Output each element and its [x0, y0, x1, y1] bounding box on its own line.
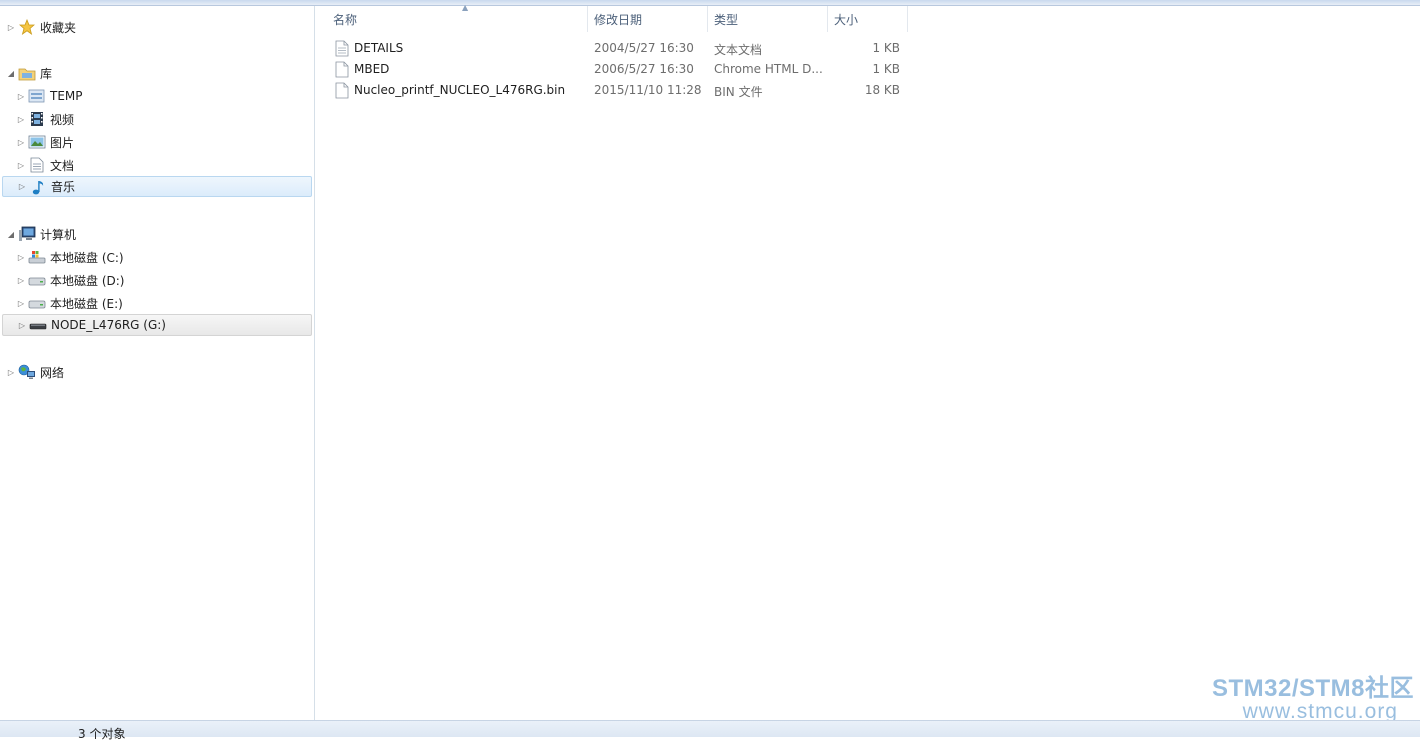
file-modified: 2006/5/27 16:30 [594, 62, 694, 76]
star-icon [18, 18, 36, 36]
bin-file-icon [335, 82, 349, 99]
expand-arrow-icon[interactable]: ▷ [16, 114, 26, 124]
column-header-type-label: 类型 [714, 12, 739, 27]
expand-arrow-icon[interactable]: ▷ [16, 160, 26, 170]
nav-library-videos[interactable]: ▷ 视频 [16, 108, 74, 130]
document-icon [28, 156, 46, 174]
file-size: 18 KB [864, 83, 900, 97]
system-drive-icon [28, 248, 46, 266]
video-film-icon [28, 110, 46, 128]
hard-drive-icon [28, 294, 46, 312]
file-modified: 2004/5/27 16:30 [594, 41, 694, 55]
text-file-icon [335, 40, 349, 57]
expand-arrow-icon[interactable]: ▷ [6, 22, 16, 32]
column-header-name-label: 名称 [333, 12, 358, 27]
nav-library-music[interactable]: ▷ 音乐 [2, 176, 312, 197]
column-header-type[interactable]: 类型 [708, 6, 828, 32]
nav-library-documents[interactable]: ▷ 文档 [16, 154, 74, 176]
nav-drive-g-label: NODE_L476RG (G:) [51, 318, 166, 332]
nav-drive-e[interactable]: ▷ 本地磁盘 (E:) [16, 292, 123, 314]
file-type: Chrome HTML D... [714, 62, 823, 76]
expand-arrow-icon[interactable]: ▷ [6, 367, 16, 377]
nav-computer[interactable]: ◢ 计算机 [6, 223, 76, 245]
column-header-size[interactable]: 大小 [828, 6, 908, 32]
nav-library-temp-label: TEMP [50, 89, 83, 103]
picture-icon [28, 133, 46, 151]
file-row[interactable]: MBED 2006/5/27 16:30 Chrome HTML D... 1 … [331, 59, 911, 80]
expand-arrow-icon[interactable]: ▷ [16, 298, 26, 308]
column-header-modified[interactable]: 修改日期 [588, 6, 708, 32]
file-name: DETAILS [354, 41, 404, 55]
watermark: STM32/STM8社区 www.stmcu.org [1211, 675, 1414, 723]
file-row[interactable]: DETAILS 2004/5/27 16:30 文本文档 1 KB [331, 38, 911, 59]
expand-arrow-icon[interactable]: ▷ [16, 91, 26, 101]
nav-favorites[interactable]: ▷ 收藏夹 [6, 16, 76, 38]
nav-library-pictures-label: 图片 [50, 135, 75, 150]
file-row[interactable]: Nucleo_printf_NUCLEO_L476RG.bin 2015/11/… [331, 80, 911, 101]
nav-libraries[interactable]: ◢ 库 [6, 62, 52, 84]
status-bar: 3 个对象 [0, 720, 1420, 741]
hard-drive-icon [28, 271, 46, 289]
expand-arrow-icon[interactable]: ▷ [16, 137, 26, 147]
nav-drive-c[interactable]: ▷ 本地磁盘 (C:) [16, 246, 124, 268]
html-file-icon [335, 61, 349, 78]
sort-ascending-icon: ▲ [462, 3, 469, 12]
column-header-name[interactable]: ▲ 名称 [327, 3, 588, 32]
collapse-arrow-icon[interactable]: ◢ [6, 229, 16, 239]
nav-drive-c-label: 本地磁盘 (C:) [50, 250, 124, 265]
nav-libraries-label: 库 [40, 66, 53, 81]
expand-arrow-icon[interactable]: ▷ [16, 252, 26, 262]
file-size: 1 KB [872, 41, 900, 55]
file-type: 文本文档 [714, 43, 763, 57]
column-header-size-label: 大小 [834, 12, 859, 27]
nav-network[interactable]: ▷ 网络 [6, 361, 64, 383]
collapse-arrow-icon[interactable]: ◢ [6, 68, 16, 78]
nav-favorites-label: 收藏夹 [40, 20, 77, 35]
file-name: Nucleo_printf_NUCLEO_L476RG.bin [354, 83, 566, 97]
expand-arrow-icon[interactable]: ▷ [16, 275, 26, 285]
column-header-modified-label: 修改日期 [594, 12, 643, 27]
nav-library-temp[interactable]: ▷ TEMP [16, 85, 83, 107]
nav-library-documents-label: 文档 [50, 158, 75, 173]
nav-drive-d[interactable]: ▷ 本地磁盘 (D:) [16, 269, 125, 291]
nav-library-videos-label: 视频 [50, 112, 75, 127]
removable-drive-icon [29, 316, 47, 334]
nav-network-label: 网络 [40, 365, 65, 380]
file-type: BIN 文件 [714, 85, 763, 99]
nav-computer-label: 计算机 [40, 227, 77, 242]
expand-arrow-icon[interactable]: ▷ [17, 182, 27, 192]
file-modified: 2015/11/10 11:28 [594, 83, 702, 97]
watermark-url: www.stmcu.org [1242, 700, 1398, 723]
file-list-pane: ▲ 名称 修改日期 类型 大小 DETAILS 2004/5/27 16:30 … [315, 3, 1420, 720]
computer-icon [18, 225, 36, 243]
file-size: 1 KB [872, 62, 900, 76]
navigation-pane: ▷ 收藏夹 ◢ 库 ▷ TEMP ▷ 视频 ▷ 图片 ▷ 文档 ▷ 音乐 ◢ 计… [0, 6, 315, 720]
nav-library-pictures[interactable]: ▷ 图片 [16, 131, 74, 153]
music-note-icon [29, 178, 47, 196]
nav-drive-g[interactable]: ▷ NODE_L476RG (G:) [2, 314, 312, 336]
library-icon [28, 87, 46, 105]
nav-drive-e-label: 本地磁盘 (E:) [50, 296, 123, 311]
network-icon [18, 363, 36, 381]
library-folder-icon [18, 64, 36, 82]
item-count: 3 个对象 [78, 727, 126, 741]
nav-library-music-label: 音乐 [51, 180, 76, 194]
nav-drive-d-label: 本地磁盘 (D:) [50, 273, 125, 288]
expand-arrow-icon[interactable]: ▷ [17, 320, 27, 330]
watermark-title: STM32/STM8社区 [1211, 675, 1414, 702]
file-name: MBED [354, 62, 390, 76]
